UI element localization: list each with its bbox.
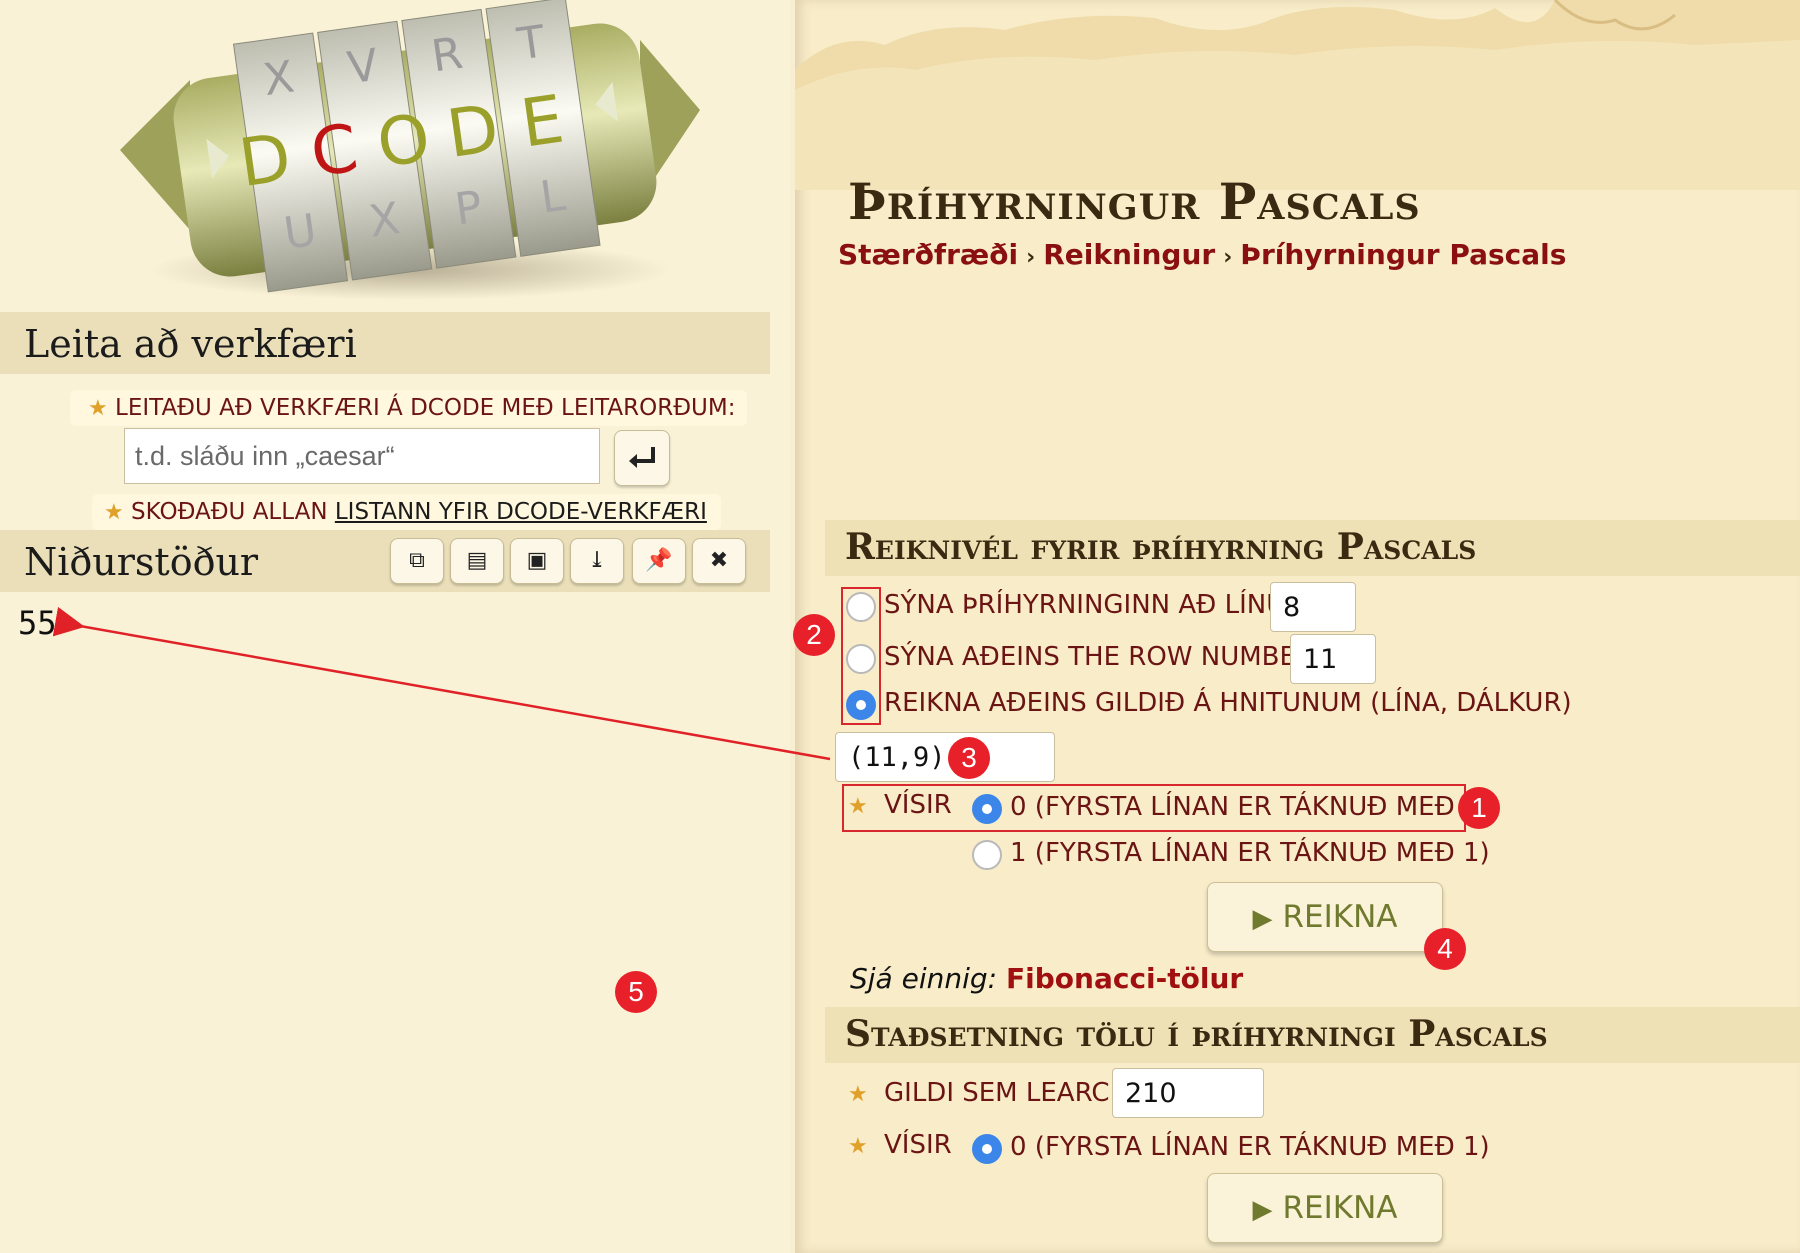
index-option-1-label: 1 (FYRSTA LÍNAN ER TÁKNUÐ MEÐ 1): [1010, 838, 1490, 868]
close-button[interactable]: ✖: [692, 538, 746, 584]
search-value-input[interactable]: [1112, 1068, 1264, 1118]
enter-icon: [629, 447, 655, 468]
breadcrumb: Stærðfræði › Reikningur › Þríhyrningur Pasca…: [838, 238, 1566, 271]
results-section-header: Niðurstöður ⧉ ▤ ▣ ⤓ 📌 ✖: [0, 530, 770, 592]
fibonacci-link[interactable]: Fibonacci-tölur: [1006, 962, 1243, 995]
position-index-label: VÍSIR: [884, 1130, 952, 1160]
search-hint: ★ LEITAÐU AÐ VERKFÆRI Á DCODE MEÐ LEITAR…: [70, 390, 748, 426]
annotation-badge-5: 5: [615, 971, 657, 1013]
annotation-badge-3: 3: [948, 737, 990, 779]
compute-position-button[interactable]: ▶ REIKNA: [1207, 1173, 1443, 1243]
see-also-label: Sjá einnig:: [850, 962, 998, 995]
screenshot-icon: ▣: [526, 548, 548, 573]
svg-text:D: D: [234, 119, 295, 202]
result-value: 55: [18, 604, 57, 642]
breadcrumb-item-calculus[interactable]: Reikningur: [1043, 238, 1215, 271]
annotation-badge-4: 4: [1424, 928, 1466, 970]
radio-index-1[interactable]: [972, 840, 1002, 870]
parchment-decoration: [795, 0, 1800, 190]
search-submit-button[interactable]: [614, 430, 670, 486]
tool-list-hint: ★ SKOÐAÐU ALLAN LISTANN YFIR DCODE-VERKF…: [92, 494, 721, 530]
triangle-rows-input[interactable]: [1270, 582, 1356, 632]
show-triangle-label: SÝNA ÞRÍHYRNINGINN AÐ LÍNU: [884, 590, 1286, 620]
list-hint-prefix: SKOÐAÐU ALLAN: [131, 499, 328, 525]
compute-position-button-label: REIKNA: [1282, 1190, 1398, 1226]
svg-text:D: D: [442, 90, 503, 173]
search-value-label: GILDI SEM LEARCH: [884, 1078, 1130, 1108]
calculator-section-header: Reiknivél fyrir þríhyrning Pascals: [825, 520, 1800, 576]
coordinate-input[interactable]: [835, 732, 1055, 782]
row-number-input[interactable]: [1290, 634, 1376, 684]
results-title: Niðurstöður: [24, 540, 259, 584]
compute-button[interactable]: ▶ REIKNA: [1207, 882, 1443, 952]
print-button[interactable]: ▤: [450, 538, 504, 584]
screenshot-button[interactable]: ▣: [510, 538, 564, 584]
page-title: Þríhyrningur Pascals: [848, 172, 1421, 231]
search-hint-text: LEITAÐU AÐ VERKFÆRI Á DCODE MEÐ LEITAROR…: [115, 395, 736, 421]
star-icon: ★: [848, 1082, 868, 1107]
coordinate-label: REIKNA AÐEINS GILDIÐ Á HNITUNUM (LÍNA, D…: [884, 688, 1572, 718]
annotation-badge-2: 2: [793, 614, 835, 656]
pin-icon: 📌: [645, 548, 673, 573]
star-icon: ★: [104, 500, 124, 525]
print-icon: ▤: [466, 548, 488, 573]
copy-icon: ⧉: [409, 548, 425, 573]
star-icon: ★: [848, 1134, 868, 1159]
close-icon: ✖: [709, 548, 729, 573]
breadcrumb-item-math[interactable]: Stærðfræði: [838, 238, 1018, 271]
calculator-section-title: Reiknivél fyrir þríhyrning Pascals: [845, 526, 1477, 568]
copy-button[interactable]: ⧉: [390, 538, 444, 584]
annotation-badge-1: 1: [1458, 787, 1500, 829]
star-icon: ★: [88, 396, 108, 421]
annotation-box-radios: [841, 587, 881, 725]
show-row-label: SÝNA AÐEINS THE ROW NUMBER: [884, 642, 1315, 672]
see-also: Sjá einnig: Fibonacci-tölur: [850, 962, 1243, 995]
search-section-header: Leita að verkfæri: [0, 312, 770, 374]
search-section-title: Leita að verkfæri: [24, 322, 357, 366]
download-icon: ⤓: [587, 548, 607, 573]
play-icon: ▶: [1252, 1195, 1273, 1225]
chevron-right-icon: ›: [1026, 245, 1036, 270]
annotation-box-index: [842, 784, 1466, 832]
search-input[interactable]: [124, 428, 600, 484]
dcode-logo[interactable]: X V R T D C O D E U X P L: [80, 0, 720, 310]
position-section-title: Staðsetning tölu í þríhyrningi Pascals: [845, 1013, 1548, 1055]
position-section-header: Staðsetning tölu í þríhyrningi Pascals: [825, 1007, 1800, 1063]
download-button[interactable]: ⤓: [570, 538, 624, 584]
tool-list-link[interactable]: LISTANN YFIR DCODE-VERKFÆRI: [335, 499, 707, 525]
position-index-option-label: 0 (FYRSTA LÍNAN ER TÁKNUÐ MEÐ 1): [1010, 1132, 1490, 1162]
svg-text:O: O: [373, 99, 435, 182]
radio-position-index-0[interactable]: [972, 1134, 1002, 1164]
compute-button-label: REIKNA: [1282, 899, 1398, 935]
breadcrumb-item-pascal[interactable]: Þríhyrningur Pascals: [1240, 238, 1566, 271]
chevron-right-icon: ›: [1223, 245, 1233, 270]
pin-button[interactable]: 📌: [632, 538, 686, 584]
play-icon: ▶: [1252, 904, 1273, 934]
